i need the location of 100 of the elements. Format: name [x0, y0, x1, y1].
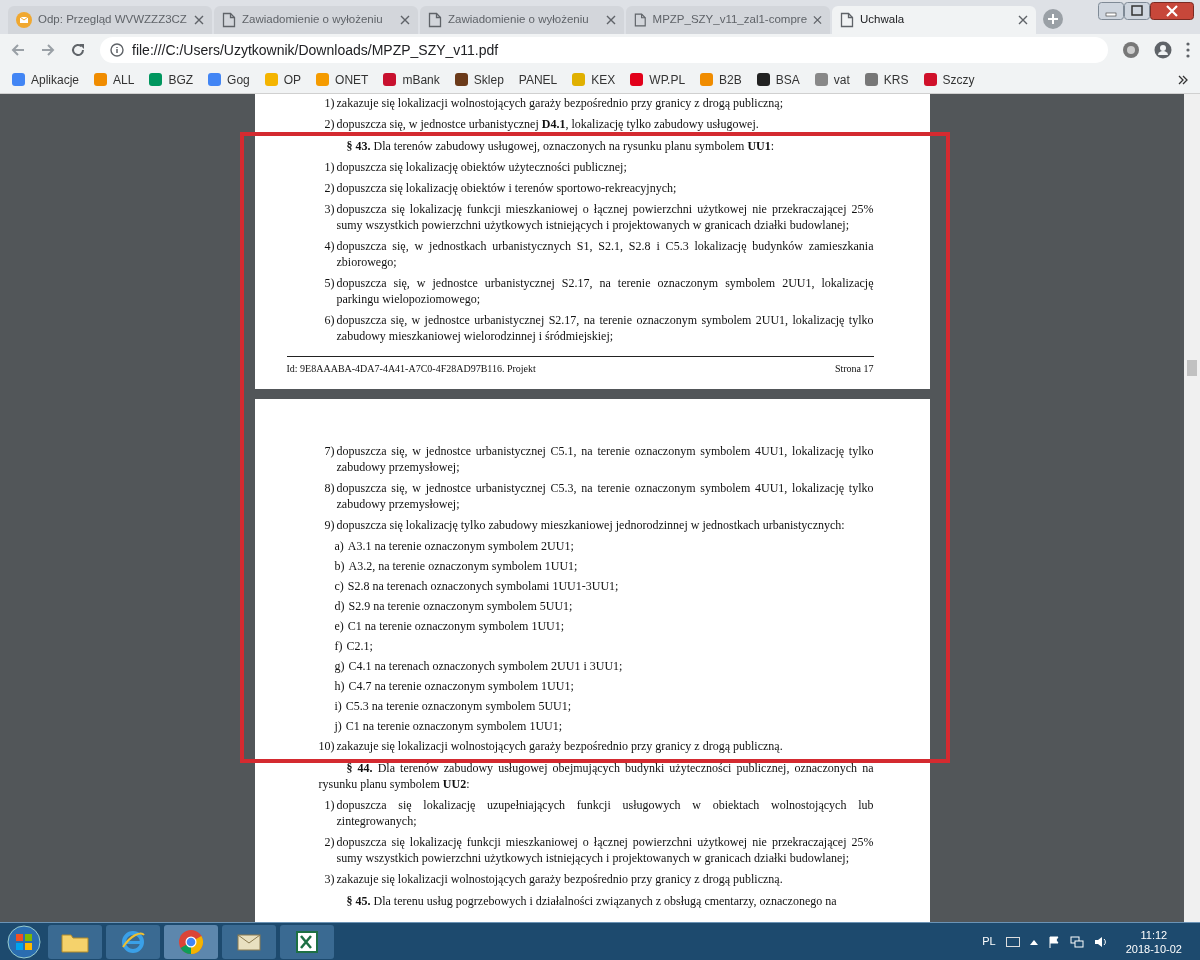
bookmark[interactable]: KEX [572, 70, 616, 89]
item-number: 1) [323, 95, 335, 111]
item-number: 3) [323, 871, 335, 887]
list-item-text: A3.1 na terenie oznaczonym symbolem 2UU1; [347, 538, 575, 554]
clock-time[interactable]: 11:12 [1140, 927, 1168, 942]
taskbar-button[interactable] [106, 924, 160, 959]
item-letter: b) [334, 558, 345, 574]
chrome-icon [178, 928, 204, 955]
keyboard-icon[interactable] [1005, 936, 1020, 947]
flag-icon[interactable] [1047, 935, 1060, 948]
close-icon[interactable] [813, 15, 822, 25]
item-letter: c) [334, 578, 344, 594]
item-letter: i) [334, 698, 342, 714]
clock-date[interactable]: 2018-10-02 [1125, 941, 1182, 956]
page-number: Strona 17 [834, 362, 874, 376]
extension-icon[interactable] [1122, 41, 1140, 59]
list-item-text: dopuszcza się, w jednostce urbanistycznej C5.1, na terenie oznaczonym symbolem 4UU1, lokalizację tylko zabudowy przemysłowej; [336, 443, 874, 475]
browser-tab[interactable]: MPZP_SZY_v11_zal1-compre [626, 6, 830, 34]
close-window-icon[interactable] [1150, 2, 1194, 20]
bookmark[interactable]: ALL [94, 70, 135, 89]
bookmark[interactable]: KRS [864, 70, 909, 89]
taskbar-button[interactable] [48, 924, 102, 959]
info-icon [110, 43, 124, 57]
start-orb-icon[interactable] [4, 923, 44, 960]
close-icon[interactable] [1018, 15, 1028, 25]
browser-tab[interactable]: Uchwala [832, 6, 1036, 34]
item-number: 7) [323, 443, 335, 460]
list-item-text: C4.1 na terenach oznaczonych symbolem 2UU1 i 3UU1; [348, 658, 624, 674]
item-number: 2) [323, 834, 335, 851]
bookmark[interactable]: BSA [756, 70, 800, 89]
bookmark[interactable]: B2B [700, 70, 742, 89]
browser-tab[interactable]: Zawiadomienie o wyłożeniu [214, 6, 418, 34]
new-tab-icon[interactable] [1042, 8, 1064, 30]
item-letter: a) [334, 538, 344, 554]
browser-tab[interactable]: Zawiadomienie o wyłożeniu [420, 6, 624, 34]
bookmark[interactable]: Aplikacje [12, 70, 80, 89]
bookmark[interactable]: BGZ [149, 70, 194, 89]
more-bookmarks-icon[interactable] [1178, 74, 1188, 85]
bookmark[interactable]: mBank [383, 70, 440, 89]
menu-icon[interactable] [1186, 42, 1190, 58]
speaker-icon[interactable] [1093, 935, 1108, 948]
taskbar-button[interactable] [164, 924, 218, 959]
account-icon[interactable] [1154, 41, 1172, 59]
bookmark[interactable]: vat [814, 70, 850, 89]
list-item-text: dopuszcza się lokalizację funkcji mieszkaniowej o łącznej powierzchni użytkowej nie przekraczającej 25% sumy wszystkich powierzchni użytkowych istniejących i projektowanych w granicach działki budowlanej; [336, 201, 874, 233]
list-item-text: dopuszcza się, w jednostkach urbanistycznych S1, S2.1, S2.8 i C5.3 lokalizację budynków zamieszkania zbiorowego; [336, 238, 874, 270]
document-icon [840, 12, 854, 28]
list-item-text: dopuszcza się lokalizację funkcji mieszkaniowej o łącznej powierzchni użytkowej nie przekraczającej 25% sumy wszystkich powierzchni użytkowych istniejących i projektowanych w granicach działki budowlanej; [336, 834, 874, 866]
close-icon[interactable] [606, 15, 616, 25]
close-icon[interactable] [194, 15, 204, 25]
item-number: 10) [318, 738, 335, 754]
item-letter: j) [334, 718, 342, 734]
bookmark[interactable]: Szczy [923, 70, 975, 89]
tray-arrow-icon[interactable] [1029, 938, 1038, 945]
list-item-text: S2.9 na terenie oznaczonym symbolem 5UU1; [348, 598, 574, 614]
bookmark[interactable]: ONET [316, 70, 369, 89]
list-item-text: dopuszcza się, w jednostce urbanistycznej C5.3, na terenie oznaczonym symbolem 4UU1, lokalizację tylko zabudowy przemysłowej; [336, 480, 874, 512]
item-number: 2) [323, 180, 335, 196]
bookmark[interactable]: Sklep [454, 70, 504, 89]
bookmark[interactable]: PANEL [518, 70, 558, 89]
language-indicator[interactable]: PL [982, 933, 996, 950]
url-text: file:///C:/Users/Uzytkownik/Downloads/MPZP_SZY_v11.pdf [132, 40, 499, 60]
minimize-icon[interactable] [1098, 2, 1124, 20]
tab-title: Uchwala [860, 12, 906, 28]
taskbar-button[interactable] [280, 924, 334, 959]
item-letter: f) [334, 638, 343, 654]
network-icon[interactable] [1069, 935, 1084, 948]
close-icon[interactable] [400, 15, 410, 25]
list-item-text: dopuszcza się lokalizację uzupełniających funkcji usługowych w obiektach wolnostojących lub zintegrowanych; [336, 797, 874, 829]
tab-title: Odp: Przegląd WVWZZZ3CZ [38, 12, 188, 28]
reload-icon[interactable] [70, 42, 86, 58]
section-paragraph: § 45. Dla terenu usług pogrzebowych i działalności związanych z obsługą cmentarzy, oznaczonego na [345, 893, 838, 909]
maximize-icon[interactable] [1124, 2, 1150, 20]
list-item-text: C5.3 na terenie oznaczonym symbolem 5UU1; [345, 698, 573, 714]
section-paragraph: § 44. Dla terenów zabudowy usługowej obejmujących budynki użyteczności publicznej, oznaczonych na rysunku planu symbolem UU2: [318, 760, 874, 792]
bookmark[interactable]: Gog [208, 70, 250, 89]
envelope-icon [16, 12, 32, 28]
item-number: 8) [323, 480, 335, 497]
list-item-text: zakazuje się lokalizacji wolnostojących garaży bezpośrednio przy granicy z drogą publiczną; [336, 95, 784, 111]
bookmark[interactable]: OP [264, 70, 302, 89]
list-item-text: C2.1; [346, 638, 374, 654]
section-paragraph: § 43. Dla terenów zabudowy usługowej, oznaczonych na rysunku planu symbolem UU1: [345, 138, 776, 154]
item-number: 1) [323, 797, 335, 814]
list-item-text: zakazuje się lokalizacji wolnostojących garaży bezpośrednio przy granicy z drogą publiczną. [336, 738, 784, 754]
browser-tab[interactable]: Odp: Przegląd WVWZZZ3CZ [8, 6, 212, 34]
list-item-text: C1 na terenie oznaczonym symbolem 1UU1; [347, 618, 566, 634]
bookmark[interactable]: WP.PL [630, 70, 686, 89]
item-letter: e) [334, 618, 344, 634]
list-item-text: zakazuje się lokalizacji wolnostojących garaży bezpośrednio przy granicy z drogą publiczną. [336, 871, 784, 887]
address-bar[interactable]: file:///C:/Users/Uzytkownik/Downloads/MPZP_SZY_v11.pdf [100, 37, 1108, 63]
tab-title: Zawiadomienie o wyłożeniu [448, 12, 590, 28]
tab-title: Zawiadomienie o wyłożeniu [242, 12, 384, 28]
list-item-text: dopuszcza się lokalizację obiektów użyteczności publicznej; [336, 159, 628, 175]
item-number: 1) [323, 159, 335, 175]
taskbar-button[interactable] [222, 924, 276, 959]
document-icon [222, 12, 236, 28]
list-item-text: dopuszcza się lokalizację tylko zabudowy mieszkaniowej jednorodzinnej w jednostkach urbanistycznych: [336, 517, 846, 533]
scrollbar[interactable] [1184, 94, 1200, 922]
list-item-text: S2.8 na terenach oznaczonych symbolami 1UU1-3UU1; [347, 578, 620, 594]
item-number: 4) [323, 238, 335, 255]
